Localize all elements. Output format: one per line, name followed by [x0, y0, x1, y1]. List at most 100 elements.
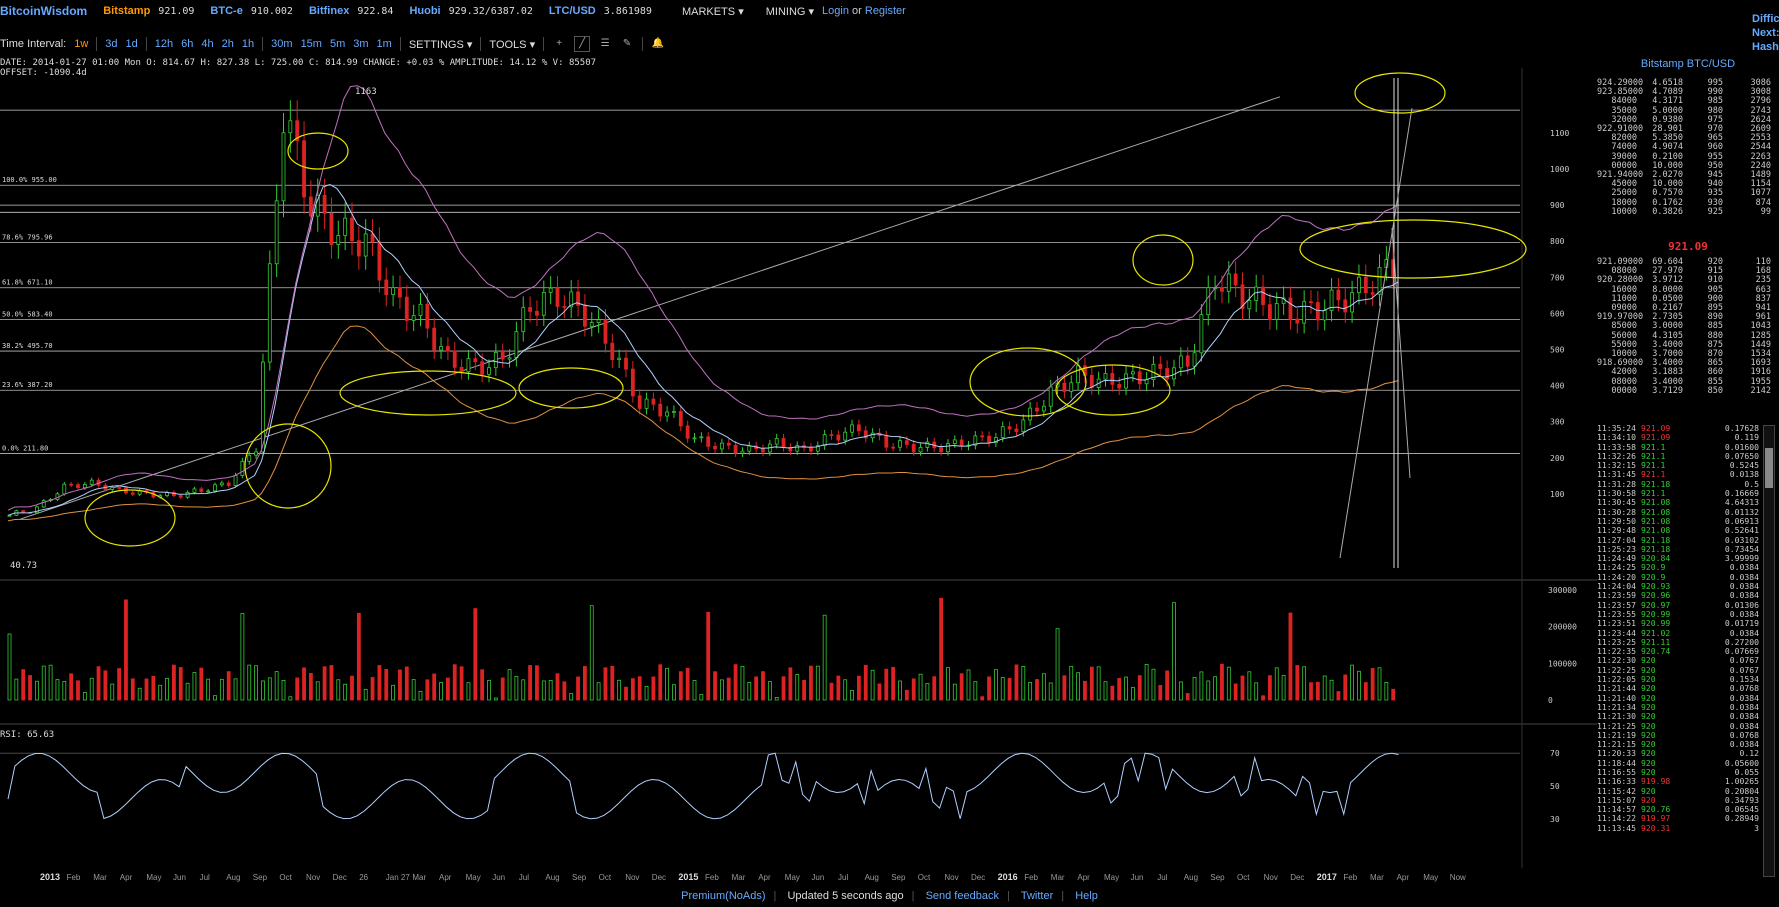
- candle-body: [781, 438, 786, 448]
- interval-1m[interactable]: 1m: [377, 38, 392, 50]
- candle-body: [1192, 352, 1197, 367]
- candle-body: [1178, 355, 1183, 369]
- tools-dropdown[interactable]: TOOLS ▾: [489, 38, 535, 51]
- fib-label: 100.0% 955.00: [2, 176, 57, 184]
- volume-bar: [898, 680, 902, 701]
- interval-1h[interactable]: 1h: [242, 38, 254, 50]
- volume-bar: [692, 680, 697, 701]
- volume-bar: [706, 611, 711, 701]
- volume-bar: [1233, 683, 1238, 701]
- interval-5m[interactable]: 5m: [330, 38, 345, 50]
- candle-body: [267, 263, 272, 363]
- volume-bar: [781, 676, 786, 701]
- divider: |: [1006, 890, 1010, 902]
- volume-bar: [1185, 693, 1190, 701]
- candle-body: [247, 454, 252, 462]
- price-tick-label: 900: [1550, 201, 1565, 210]
- login-link[interactable]: Login: [822, 5, 849, 17]
- crosshair-icon[interactable]: +: [552, 37, 566, 51]
- volume-bar: [1199, 671, 1204, 701]
- candle-body: [925, 441, 930, 448]
- help-link[interactable]: Help: [1075, 890, 1098, 902]
- candle-body: [713, 445, 717, 450]
- ticker-bitstamp[interactable]: Bitstamp: [103, 5, 150, 17]
- interval-3m[interactable]: 3m: [353, 38, 368, 50]
- interval-4h[interactable]: 4h: [201, 38, 213, 50]
- twitter-link[interactable]: Twitter: [1021, 890, 1053, 902]
- interval-1d[interactable]: 1d: [126, 38, 138, 50]
- difficulty-label[interactable]: Diffic: [1752, 12, 1779, 26]
- volume-bar: [411, 679, 416, 701]
- interval-12h[interactable]: 12h: [155, 38, 173, 50]
- candle-body: [1247, 300, 1252, 310]
- candle-body: [350, 217, 354, 242]
- ticker-btce[interactable]: BTC-e: [210, 5, 242, 17]
- volume-bar: [466, 682, 471, 701]
- interval-6h[interactable]: 6h: [181, 38, 193, 50]
- volume-bar: [1336, 691, 1341, 701]
- interval-1w[interactable]: 1w: [74, 38, 88, 50]
- candle-body: [637, 395, 642, 409]
- ticker-bitfinex[interactable]: Bitfinex: [309, 5, 349, 17]
- hash-label[interactable]: Hash: [1752, 40, 1779, 54]
- interval-2h[interactable]: 2h: [222, 38, 234, 50]
- candle-body: [1103, 372, 1108, 380]
- candle-body: [466, 358, 471, 373]
- alert-bell-icon[interactable]: 🔔: [651, 37, 665, 51]
- pencil-icon[interactable]: ✎: [620, 37, 634, 51]
- trades-scrollbar[interactable]: [1763, 425, 1775, 877]
- candle-body: [261, 361, 265, 453]
- orderbook-title[interactable]: Bitstamp BTC/USD: [1597, 58, 1779, 70]
- volume-bar: [1117, 678, 1122, 701]
- volume-bar: [493, 697, 498, 701]
- orderbook-row[interactable]: 00000 3.7129 850 2142: [1597, 386, 1779, 396]
- orderbook-row[interactable]: 10000 0.3826 925 99: [1597, 207, 1779, 217]
- trade-time: 11:13:45: [1597, 822, 1636, 833]
- x-tick-label: Dec: [333, 873, 347, 882]
- candle-body: [206, 490, 211, 493]
- candle-body: [1274, 303, 1279, 320]
- interval-15m[interactable]: 15m: [301, 38, 322, 50]
- volume-bar: [980, 696, 985, 701]
- candle-body: [226, 482, 231, 486]
- volume-bar: [651, 676, 656, 701]
- candle-body: [1350, 292, 1354, 313]
- trendline-icon[interactable]: ╱: [574, 36, 591, 52]
- ticker-ltcusd[interactable]: LTC/USD: [549, 5, 596, 17]
- volume-bar: [322, 666, 327, 701]
- scrollbar-thumb[interactable]: [1765, 448, 1773, 488]
- candle-body: [809, 447, 813, 452]
- candle-body: [678, 410, 683, 427]
- candle-body: [1336, 289, 1341, 301]
- site-logo[interactable]: BitcoinWisdom: [0, 4, 87, 18]
- mining-menu[interactable]: MINING ▾: [766, 5, 814, 18]
- price-chart[interactable]: 100.0% 955.00 78.6% 795.96 61.8% 671.10 50.…: [0, 68, 1597, 888]
- markets-menu[interactable]: MARKETS ▾: [682, 5, 744, 18]
- feedback-link[interactable]: Send feedback: [926, 890, 999, 902]
- ticker-huobi[interactable]: Huobi: [409, 5, 440, 17]
- interval-30m[interactable]: 30m: [271, 38, 292, 50]
- volume-bar: [233, 678, 238, 701]
- next-label[interactable]: Next:: [1752, 26, 1779, 40]
- volume-bar: [1089, 666, 1094, 701]
- horizontal-lines-icon[interactable]: ☰: [598, 37, 612, 51]
- price-tick-label: 300: [1550, 418, 1565, 427]
- interval-3d[interactable]: 3d: [105, 38, 117, 50]
- asks-list: 924.29000 4.6518 995 3086 923.85000 4.7089 990…: [1597, 78, 1779, 217]
- candle-body: [82, 484, 87, 489]
- premium-link[interactable]: Premium(NoAds): [681, 890, 765, 902]
- volume-bar: [254, 665, 259, 701]
- candle-body: [69, 483, 74, 486]
- register-link[interactable]: Register: [865, 5, 906, 17]
- settings-dropdown[interactable]: SETTINGS ▾: [409, 38, 473, 51]
- volume-bar: [966, 669, 971, 701]
- volume-bar: [178, 667, 183, 701]
- bids-list: 921.09000 69.604 920 110 08000 27.970 915 168 92…: [1597, 257, 1779, 396]
- volume-bar: [439, 682, 443, 701]
- volume-bar: [315, 681, 320, 701]
- annotation-ellipse: [518, 367, 624, 409]
- candle-body: [959, 439, 964, 447]
- candle-body: [829, 434, 834, 437]
- volume-bar: [185, 682, 190, 701]
- volume-bar: [535, 665, 539, 701]
